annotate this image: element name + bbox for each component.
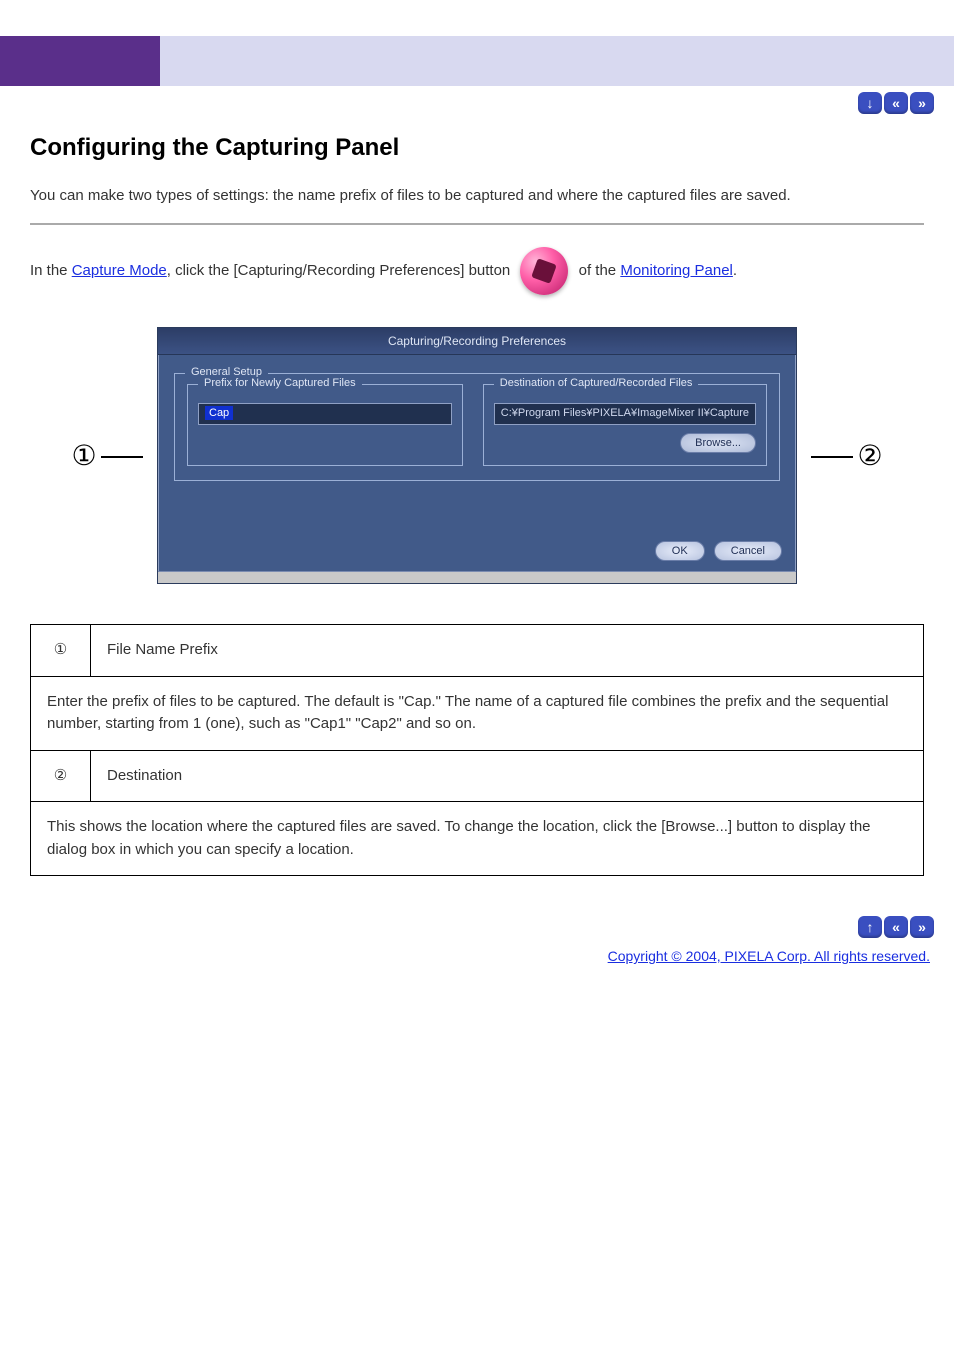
- row2-description: This shows the location where the captur…: [31, 802, 924, 876]
- divider: [30, 223, 924, 225]
- preferences-ball-icon: [520, 247, 568, 295]
- lead-paragraph: You can make two types of settings: the …: [30, 184, 924, 207]
- top-nav: ↓ « »: [0, 86, 954, 124]
- header-right-block: [160, 36, 954, 86]
- screenshot-figure: ① Capturing/Recording Preferences Genera…: [30, 327, 924, 584]
- row2-title: Destination: [91, 750, 924, 802]
- row1-number: ①: [31, 625, 91, 677]
- cancel-button[interactable]: Cancel: [714, 541, 782, 561]
- destination-group: Destination of Captured/Recorded Files C…: [483, 384, 767, 466]
- monitoring-panel-link[interactable]: Monitoring Panel: [620, 262, 733, 279]
- callout-line-1: [101, 456, 143, 458]
- callout-number-1: ①: [67, 439, 101, 473]
- capture-mode-link[interactable]: Capture Mode: [72, 262, 167, 279]
- prefix-input[interactable]: Cap: [198, 403, 452, 425]
- prefix-group: Prefix for Newly Captured Files Cap: [187, 384, 463, 466]
- callout-line-2: [811, 456, 853, 458]
- row1-title: File Name Prefix: [91, 625, 924, 677]
- nav-down-button[interactable]: ↓: [858, 92, 882, 114]
- ok-button[interactable]: OK: [655, 541, 705, 561]
- bottom-nav: ↑ « »: [0, 896, 954, 944]
- callout-number-2: ②: [853, 439, 887, 473]
- browse-button[interactable]: Browse...: [680, 433, 756, 453]
- intro-text-3: of the: [574, 262, 620, 279]
- header-left-block: [0, 36, 160, 86]
- definitions-table: ① File Name Prefix Enter the prefix of f…: [30, 624, 924, 876]
- page-title: Configuring the Capturing Panel: [30, 134, 924, 162]
- nav-prev-button-bottom[interactable]: «: [884, 916, 908, 938]
- intro-text-4: .: [733, 262, 737, 279]
- dialog-button-row: OK Cancel: [158, 503, 796, 571]
- table-row: This shows the location where the captur…: [31, 802, 924, 876]
- nav-prev-button[interactable]: «: [884, 92, 908, 114]
- table-row: ① File Name Prefix: [31, 625, 924, 677]
- nav-up-button[interactable]: ↑: [858, 916, 882, 938]
- table-row: ② Destination: [31, 750, 924, 802]
- nav-next-button-bottom[interactable]: »: [910, 916, 934, 938]
- dialog-footer-bar: [158, 571, 796, 583]
- preferences-dialog: Capturing/Recording Preferences General …: [157, 327, 797, 584]
- general-setup-group: General Setup Prefix for Newly Captured …: [174, 373, 780, 481]
- nav-next-button[interactable]: »: [910, 92, 934, 114]
- intro-text-1: In the: [30, 262, 72, 279]
- copyright-row: Copyright © 2004, PIXELA Corp. All right…: [0, 944, 954, 994]
- prefix-value: Cap: [205, 406, 233, 420]
- prefix-group-label: Prefix for Newly Captured Files: [198, 377, 362, 389]
- intro-text-2: , click the [Capturing/Recording Prefere…: [167, 262, 515, 279]
- destination-input[interactable]: C:¥Program Files¥PIXELA¥ImageMixer II¥Ca…: [494, 403, 756, 425]
- intro-paragraph: In the Capture Mode, click the [Capturin…: [30, 247, 924, 295]
- table-row: Enter the prefix of files to be captured…: [31, 676, 924, 750]
- header-bar: [0, 36, 954, 86]
- row1-description: Enter the prefix of files to be captured…: [31, 676, 924, 750]
- destination-group-label: Destination of Captured/Recorded Files: [494, 377, 699, 389]
- row2-number: ②: [31, 750, 91, 802]
- copyright-link[interactable]: Copyright © 2004, PIXELA Corp. All right…: [608, 948, 930, 964]
- dialog-title: Capturing/Recording Preferences: [158, 328, 796, 355]
